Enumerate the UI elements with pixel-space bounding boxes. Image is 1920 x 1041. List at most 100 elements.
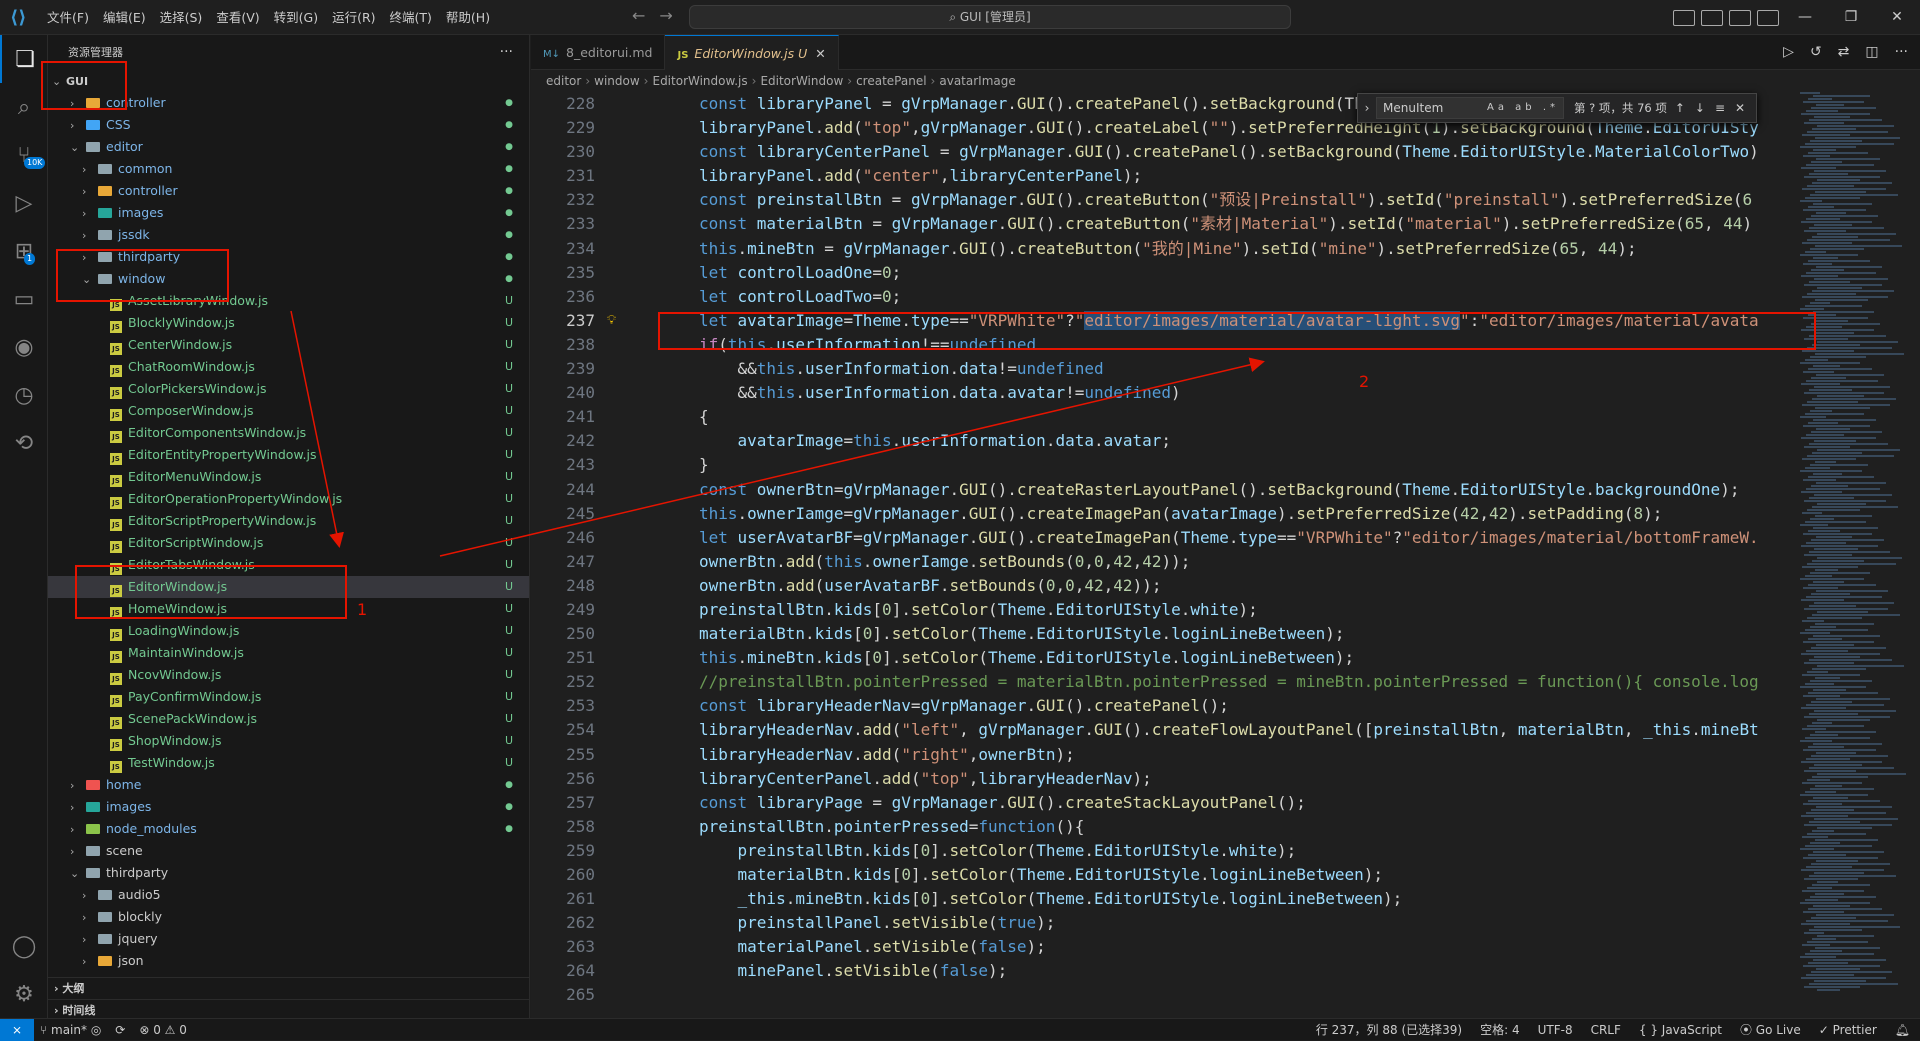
code-line[interactable]: 256 libraryCenterPanel.add("top",libraryH… [531, 767, 1791, 791]
code-line[interactable]: 243} [531, 453, 1791, 477]
folder-item[interactable]: › common ● [48, 158, 529, 180]
folder-item[interactable]: › node_modules ● [48, 818, 529, 840]
editor-tab[interactable]: M↓ 8_editorui.md [531, 35, 666, 70]
menu-item[interactable]: 文件(F) [40, 0, 96, 35]
folder-item[interactable]: › CSS ● [48, 114, 529, 136]
menu-item[interactable]: 转到(G) [267, 0, 325, 35]
code-line[interactable]: 252 //preinstallBtn.pointerPressed = mate… [531, 670, 1791, 694]
find-options[interactable]: Aa ab .* [1487, 98, 1559, 118]
code-line[interactable]: 230 const libraryCenterPanel = gVrpManage… [531, 140, 1791, 164]
language-mode[interactable]: { } JavaScript [1639, 1019, 1722, 1041]
code-line[interactable]: 257 const libraryPage = gVrpManager.GUI()… [531, 791, 1791, 815]
code-line[interactable]: 239 &&this.userInformation.data!=undefin… [531, 357, 1791, 381]
breadcrumb-item[interactable]: EditorWindow [760, 74, 843, 88]
find-in-selection-icon[interactable]: ≡ [1715, 101, 1725, 115]
minimap[interactable] [1800, 92, 1906, 1018]
file-item[interactable]: JS EditorEntityPropertyWindow.js U [48, 444, 529, 466]
menu-item[interactable]: 帮助(H) [439, 0, 497, 35]
toggle-sidebar-icon[interactable] [1673, 9, 1695, 26]
file-item[interactable]: JS EditorOperationPropertyWindow.js U [48, 488, 529, 510]
notifications-bell-icon[interactable]: 🔔︎ [1895, 1019, 1910, 1041]
code-line[interactable]: 242 avatarImage=this.userInformation.dat… [531, 429, 1791, 453]
menu-item[interactable]: 终端(T) [383, 0, 439, 35]
menu-item[interactable]: 编辑(E) [96, 0, 153, 35]
back-arrow-icon[interactable]: ← [632, 6, 645, 25]
breadcrumb-item[interactable]: createPanel [856, 74, 926, 88]
file-item[interactable]: JS NcovWindow.js U [48, 664, 529, 686]
toggle-secondary-sidebar-icon[interactable] [1729, 9, 1751, 26]
code-line[interactable]: 231 libraryPanel.add("center",libraryCent… [531, 164, 1791, 188]
folder-item[interactable]: › jquery [48, 928, 529, 950]
code-line[interactable]: 260 materialBtn.kids[0].setColor(Theme.E… [531, 863, 1791, 887]
git-graph-icon[interactable]: ◉ [0, 323, 48, 371]
code-line[interactable]: 233 const materialBtn = gVrpManager.GUI()… [531, 212, 1791, 236]
live-share-icon[interactable]: ⟲ [0, 419, 48, 467]
remote-indicator-icon[interactable]: ⨯ [0, 1019, 34, 1041]
manage-gear-icon[interactable]: ⚙ [0, 970, 48, 1018]
close-find-icon[interactable]: ✕ [1735, 101, 1745, 115]
code-line[interactable]: 241 { [531, 405, 1791, 429]
file-item[interactable]: JS ShopWindow.js U [48, 730, 529, 752]
file-item[interactable]: JS EditorScriptWindow.js U [48, 532, 529, 554]
menu-item[interactable]: 选择(S) [153, 0, 210, 35]
more-actions-icon[interactable]: ··· [500, 35, 513, 70]
code-line[interactable]: 245 this.ownerIamge=gVrpManager.GUI().cre… [531, 502, 1791, 526]
code-line[interactable]: 259 preinstallBtn.kids[0].setColor(Theme… [531, 839, 1791, 863]
code-line[interactable]: 246 let userAvatarBF=gVrpManager.GUI().cr… [531, 526, 1791, 550]
toggle-replace-chevron-icon[interactable]: › [1358, 101, 1376, 115]
lightbulb-icon[interactable]: 💡︎ [607, 309, 616, 333]
folder-item[interactable]: › audio5 [48, 884, 529, 906]
forward-arrow-icon[interactable]: → [659, 6, 672, 25]
file-item[interactable]: JS EditorMenuWindow.js U [48, 466, 529, 488]
breadcrumb-item[interactable]: window [594, 74, 640, 88]
code-line[interactable]: 264 minePanel.setVisible(false); [531, 959, 1791, 983]
branch-indicator[interactable]: ⑂ main* ◎ [40, 1019, 101, 1041]
code-line[interactable]: 258 preinstallBtn.pointerPressed=function… [531, 815, 1791, 839]
file-item[interactable]: JS ScenePackWindow.js U [48, 708, 529, 730]
code-line[interactable]: 236 let controlLoadTwo=0; [531, 285, 1791, 309]
folder-item[interactable]: › scene [48, 840, 529, 862]
find-input[interactable]: MenuItem Aa ab .* [1376, 97, 1564, 119]
file-item[interactable]: JS ChatRoomWindow.js U [48, 356, 529, 378]
file-item[interactable]: JS LoadingWindow.js U [48, 620, 529, 642]
file-item[interactable]: JS BlocklyWindow.js U [48, 312, 529, 334]
code-line[interactable]: 234 this.mineBtn = gVrpManager.GUI().crea… [531, 237, 1791, 261]
go-live-button[interactable]: ⦿ Go Live [1740, 1019, 1801, 1041]
file-item[interactable]: JS CenterWindow.js U [48, 334, 529, 356]
breadcrumb-item[interactable]: avatarImage [939, 74, 1015, 88]
file-item[interactable]: JS TestWindow.js U [48, 752, 529, 774]
code-line[interactable]: 248 ownerBtn.add(userAvatarBF.setBounds(0… [531, 574, 1791, 598]
sync-icon[interactable]: ⟳ [115, 1019, 125, 1041]
code-line[interactable]: 244 const ownerBtn=gVrpManager.GUI().crea… [531, 478, 1791, 502]
command-center-search[interactable]: ⌕ GUI [管理员] [689, 5, 1291, 29]
timeline-icon[interactable]: ◷ [0, 371, 48, 419]
cursor-position[interactable]: 行 237，列 88 (已选择39) [1316, 1019, 1462, 1041]
code-line[interactable]: 255 libraryHeaderNav.add("right",ownerBtn… [531, 743, 1791, 767]
code-line[interactable]: 232 const preinstallBtn = gVrpManager.GUI… [531, 188, 1791, 212]
split-editor-icon[interactable]: ◫ [1865, 35, 1878, 70]
file-item[interactable]: JS ComposerWindow.js U [48, 400, 529, 422]
breadcrumb-item[interactable]: editor [546, 74, 581, 88]
end-of-line[interactable]: CRLF [1591, 1019, 1621, 1041]
code-line[interactable]: 262 preinstallPanel.setVisible(true); [531, 911, 1791, 935]
folder-item[interactable]: ⌄ thirdparty [48, 862, 529, 884]
close-tab-icon[interactable]: ✕ [815, 46, 825, 61]
folder-item[interactable]: › images ● [48, 796, 529, 818]
file-item[interactable]: JS PayConfirmWindow.js U [48, 686, 529, 708]
problems-indicator[interactable]: ⊗ 0 ⚠ 0 [139, 1019, 187, 1041]
extensions-icon[interactable]: ⊞ 1 [0, 227, 48, 275]
code-line[interactable]: 251 this.mineBtn.kids[0].setColor(Theme.E… [531, 646, 1791, 670]
run-debug-icon[interactable]: ▷ [0, 179, 48, 227]
file-item[interactable]: JS MaintainWindow.js U [48, 642, 529, 664]
menu-item[interactable]: 运行(R) [325, 0, 382, 35]
code-line[interactable]: 247 ownerBtn.add(this.ownerIamge.setBound… [531, 550, 1791, 574]
code-line[interactable]: 240 &&this.userInformation.data.avatar!=… [531, 381, 1791, 405]
file-item[interactable]: JS EditorScriptPropertyWindow.js U [48, 510, 529, 532]
code-line[interactable]: 235 let controlLoadOne=0; [531, 261, 1791, 285]
remote-explorer-icon[interactable]: ▭ [0, 275, 48, 323]
code-line[interactable]: 263 materialPanel.setVisible(false); [531, 935, 1791, 959]
open-changes-icon[interactable]: ⇄ [1838, 35, 1850, 70]
close-window-icon[interactable]: ✕ [1874, 0, 1920, 35]
folder-item[interactable]: › home ● [48, 774, 529, 796]
indentation[interactable]: 空格: 4 [1480, 1019, 1520, 1041]
